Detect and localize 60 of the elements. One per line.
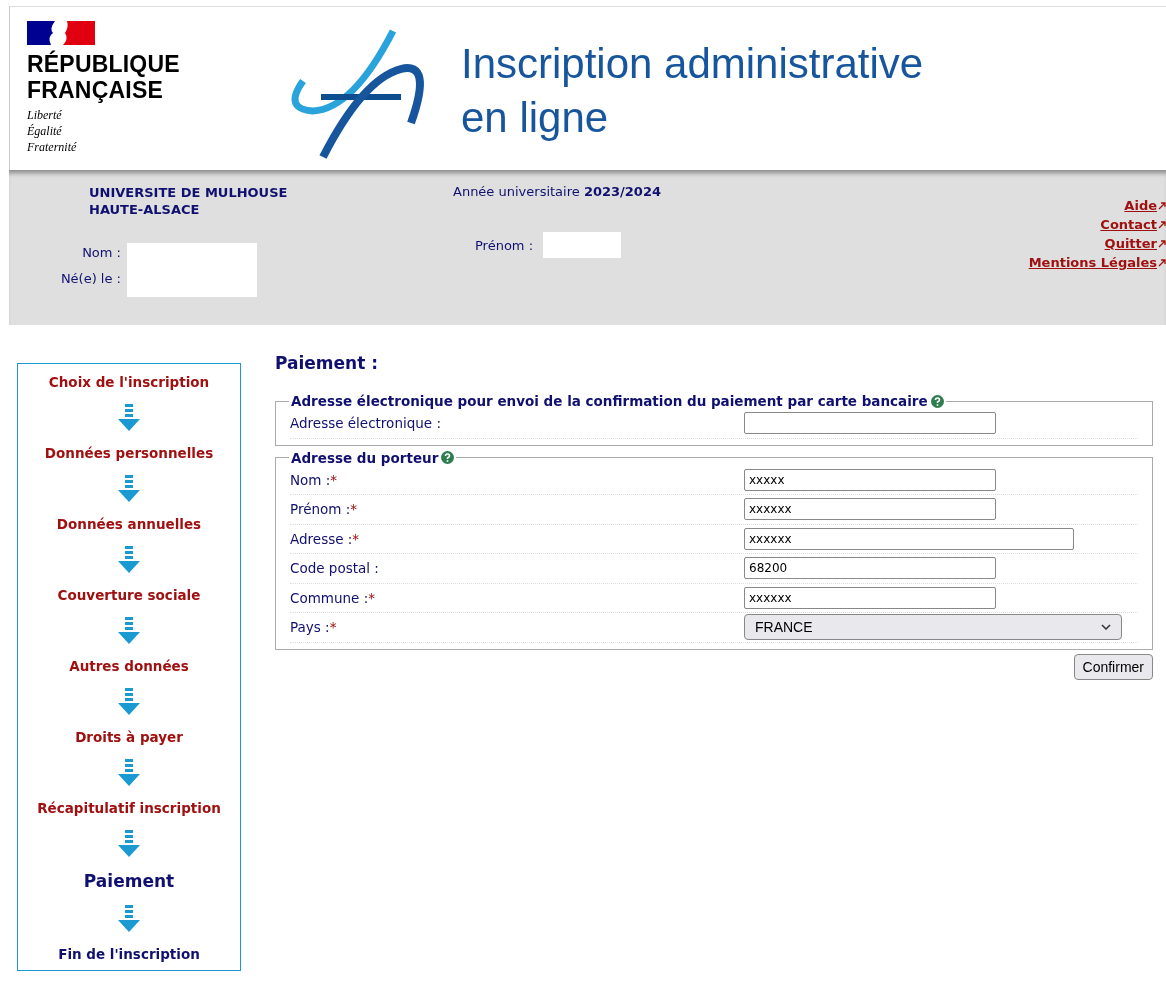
header-link[interactable]: Mentions Légales (1028, 255, 1157, 270)
input-field[interactable]: 68200 (744, 557, 996, 580)
field-label: Pays :* (290, 619, 338, 636)
gov-name: RÉPUBLIQUE (27, 51, 180, 77)
step-label: Fin de l'inscription (58, 946, 200, 962)
external-link-icon (1158, 258, 1166, 267)
input-field[interactable]: xxxxxx (744, 498, 996, 521)
down-arrow-icon (118, 616, 140, 645)
input-field[interactable] (744, 412, 996, 435)
gov-name: FRANÇAISE (27, 77, 163, 103)
input-field[interactable]: xxxxxx (744, 527, 1074, 550)
first-name-label: Prénom : (475, 237, 534, 253)
down-arrow-icon (118, 687, 140, 716)
down-arrow-icon (118, 545, 140, 574)
motto-text: Égalité (27, 123, 62, 139)
field-label: Nom :* (290, 471, 339, 488)
input-field[interactable]: xxxxxx (744, 586, 996, 609)
section-legend: Adresse du porteur (291, 449, 439, 466)
down-arrow-icon (118, 474, 140, 503)
birth-date-label: Né(e) le : (60, 271, 121, 286)
name-label: Nom : (82, 245, 121, 260)
field-label: Adresse électronique : (290, 415, 442, 432)
external-link-icon (1158, 220, 1166, 229)
field-label: Commune :* (290, 589, 376, 606)
external-link-icon (1158, 239, 1166, 248)
flag-icon (27, 21, 95, 45)
app-title: en ligne (461, 93, 609, 143)
university-name: HAUTE-ALSACE (89, 201, 200, 218)
down-arrow-icon (118, 403, 140, 432)
field-label: Code postal : (290, 560, 380, 577)
section-legend: Adresse électronique pour envoi de la confirmation du paiement par carte bancaire (291, 393, 928, 409)
academic-year: Année universitaire 2023/2024 (453, 184, 662, 199)
external-link-icon (1158, 201, 1166, 210)
header-link[interactable]: Contact (1100, 217, 1157, 232)
motto-text: Fraternité (27, 139, 77, 155)
step-label: Récapitulatif inscription (37, 800, 221, 816)
step-label: Autres données (69, 658, 189, 674)
field-label: Adresse :* (290, 530, 361, 547)
step-label: Couverture sociale (57, 587, 201, 603)
down-arrow-icon (118, 758, 140, 787)
motto-text: Liberté (27, 107, 62, 123)
help-icon[interactable] (930, 394, 944, 408)
input-field[interactable]: xxxxx (744, 468, 996, 491)
page-title: Paiement : (275, 353, 380, 373)
step-label: Données annuelles (56, 516, 202, 532)
down-arrow-icon (118, 904, 140, 933)
step-label: Droits à payer (75, 729, 183, 745)
app-title: Inscription administrative (461, 39, 924, 89)
help-icon[interactable] (441, 451, 455, 464)
confirm-button[interactable]: Confirmer (1073, 653, 1153, 680)
step-label: Choix de l'inscription (48, 374, 210, 390)
header-link[interactable]: Quitter (1104, 236, 1157, 251)
step-label: Données personnelles (44, 445, 214, 461)
country-select[interactable]: FRANCE (744, 614, 1122, 641)
down-arrow-icon (118, 829, 140, 858)
step-label: Paiement (83, 871, 175, 891)
field-label: Prénom :* (290, 501, 359, 518)
university-name: UNIVERSITE DE MULHOUSE (89, 184, 288, 201)
chevron-icon (1101, 624, 1111, 631)
header-link[interactable]: Aide (1124, 198, 1157, 213)
